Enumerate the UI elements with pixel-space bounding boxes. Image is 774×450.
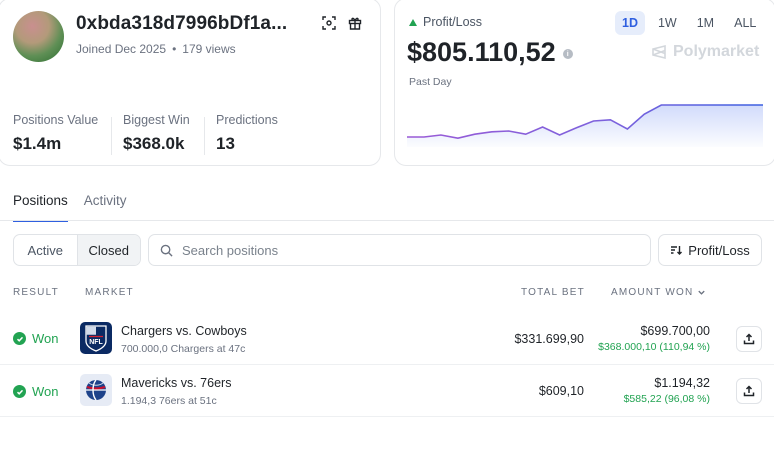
range-1m[interactable]: 1M — [690, 11, 721, 35]
check-circle-icon — [13, 332, 26, 345]
pnl-title: Profit/Loss — [423, 15, 483, 29]
pnl-amount-wrap: $805.110,52 i — [407, 37, 573, 68]
total-bet: $331.699,90 — [514, 332, 584, 346]
header-total-bet[interactable]: TOTAL BET — [521, 287, 585, 298]
stat-value: 13 — [216, 134, 235, 153]
svg-text:NFL: NFL — [89, 339, 103, 346]
view-count: 179 views — [182, 42, 236, 56]
pnl-header: Profit/Loss — [409, 15, 482, 29]
polymarket-logo-icon — [652, 44, 666, 60]
range-1d[interactable]: 1D — [615, 11, 645, 35]
tabs-divider — [0, 220, 774, 221]
sort-profit-loss-button[interactable]: Profit/Loss — [658, 234, 762, 266]
scan-icon[interactable] — [322, 16, 336, 35]
header-market: MARKET — [85, 287, 134, 298]
stat-label: Biggest Win — [123, 113, 190, 127]
stat-biggest-win: Biggest Win $368.0k — [123, 113, 190, 154]
row-divider — [0, 416, 774, 417]
header-result: RESULT — [13, 287, 59, 298]
sparkline-area — [407, 105, 763, 147]
polymarket-watermark: Polymarket — [651, 43, 759, 61]
result-badge: Won — [13, 384, 59, 399]
divider — [204, 117, 205, 155]
tab-positions[interactable]: Positions — [13, 193, 68, 222]
market-subtitle: 1.194,3 76ers at 51c — [121, 395, 217, 407]
tab-activity[interactable]: Activity — [84, 193, 127, 222]
position-status-toggle: Active Closed — [13, 234, 141, 266]
stat-label: Positions Value — [13, 113, 99, 127]
sort-icon — [671, 246, 683, 255]
amount-won: $1.194,32 — [654, 376, 710, 390]
search-box[interactable] — [148, 234, 651, 266]
nba-basketball-icon — [80, 374, 112, 406]
profit-amount: $585,22 (96,08 %) — [623, 393, 710, 405]
segment-closed[interactable]: Closed — [77, 235, 140, 265]
info-icon[interactable]: i — [562, 49, 573, 59]
stat-value: $368.0k — [123, 134, 185, 153]
joined-date: Joined Dec 2025 — [76, 42, 167, 56]
stat-label: Predictions — [216, 113, 278, 127]
search-input[interactable] — [182, 242, 622, 258]
share-button[interactable] — [736, 326, 762, 352]
nfl-logo-icon: NFL — [80, 322, 112, 354]
profit-loss-card: Profit/Loss $805.110,52 i Past Day 1D 1W… — [394, 0, 774, 166]
table-row[interactable]: Won Mavericks vs. 76ers 1.194,3 76ers at… — [0, 365, 774, 417]
profile-tabs: Positions Activity — [13, 193, 127, 222]
share-icon — [743, 385, 755, 397]
table-row[interactable]: Won NFL Chargers vs. Cowboys 700.000,0 C… — [0, 312, 774, 364]
wallet-address: 0xbda318d7996bDf1a... — [76, 13, 288, 34]
sort-label: Profit/Loss — [688, 242, 750, 258]
chevron-down-icon — [698, 290, 706, 295]
search-icon — [160, 244, 173, 257]
result-label: Won — [32, 331, 59, 346]
avatar — [13, 11, 64, 62]
time-range-selector: 1D 1W 1M ALL — [615, 11, 763, 35]
pnl-amount: $805.110,52 — [407, 37, 556, 67]
header-amount-won[interactable]: AMOUNT WON — [611, 287, 706, 298]
trend-up-icon — [409, 18, 417, 26]
header-amount-won-label: AMOUNT WON — [611, 287, 694, 298]
segment-active[interactable]: Active — [14, 235, 78, 265]
pnl-period-label: Past Day — [409, 76, 452, 88]
stat-value: $1.4m — [13, 134, 62, 153]
check-circle-icon — [13, 385, 26, 398]
market-title[interactable]: Mavericks vs. 76ers — [121, 376, 231, 390]
brand-name: Polymarket — [673, 43, 760, 60]
result-label: Won — [32, 384, 59, 399]
divider — [111, 117, 112, 155]
market-title[interactable]: Chargers vs. Cowboys — [121, 324, 247, 338]
stat-predictions: Predictions 13 — [216, 113, 278, 154]
total-bet: $609,10 — [538, 384, 584, 398]
range-all[interactable]: ALL — [727, 11, 763, 35]
profit-amount: $368.000,10 (110,94 %) — [598, 341, 710, 353]
stat-positions-value: Positions Value $1.4m — [13, 113, 98, 154]
profile-card: 0xbda318d7996bDf1a... Joined Dec 2025 • 17… — [0, 0, 381, 166]
pnl-sparkline-chart — [407, 104, 763, 147]
market-subtitle: 700.000,0 Chargers at 47c — [121, 343, 246, 355]
range-1w[interactable]: 1W — [651, 11, 684, 35]
joined-info: Joined Dec 2025 • 179 views — [76, 42, 236, 56]
result-badge: Won — [13, 331, 59, 346]
gift-icon[interactable] — [348, 16, 362, 35]
share-icon — [743, 333, 755, 345]
amount-won: $699.700,00 — [640, 324, 710, 338]
share-button[interactable] — [736, 378, 762, 404]
